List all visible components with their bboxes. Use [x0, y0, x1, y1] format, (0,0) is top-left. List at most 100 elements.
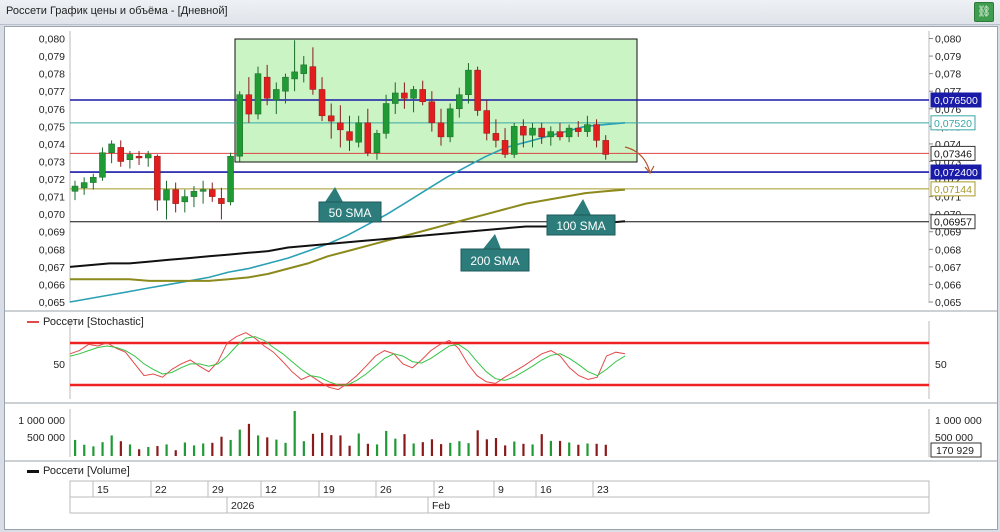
candle-body [254, 73, 262, 115]
candle-body [291, 71, 298, 80]
price-tick-right: 0,066 [935, 279, 961, 291]
candle-body [474, 69, 481, 111]
candle-body [227, 155, 234, 203]
price-tick-left: 0,070 [39, 209, 65, 221]
candle-body [446, 108, 454, 138]
day-label: 9 [498, 484, 504, 496]
price-tick-left: 0,073 [39, 156, 65, 168]
candle-body [209, 189, 216, 197]
candle-body [529, 127, 536, 136]
candle-body [556, 131, 564, 138]
volume-bar [485, 439, 488, 456]
vol-left-tick-1m: 1 000 000 [18, 415, 65, 427]
candle-body [300, 64, 307, 74]
title-bar: Россети График цены и объёма - [Дневной]… [0, 0, 1000, 25]
stochastic-k-line [69, 332, 626, 391]
candle-body [80, 182, 88, 189]
volume-bar [449, 442, 452, 456]
candle-body [355, 122, 362, 143]
volume-bar [366, 443, 369, 456]
volume-bar [522, 443, 525, 456]
price-tick-left: 0,075 [39, 121, 65, 133]
volume-bar [192, 445, 196, 456]
volume-bar [403, 434, 406, 456]
sma100-label: 100 SMA [556, 219, 605, 233]
price-tick-left: 0,068 [39, 244, 65, 256]
stochastic-legend-swatch [27, 321, 39, 323]
volume-bar [284, 442, 287, 456]
candle-body [245, 94, 253, 115]
candle-body [584, 124, 591, 132]
candle-body [465, 69, 472, 95]
candle-body [392, 92, 399, 104]
volume-bar [558, 440, 562, 456]
vol-right-tick-1m: 1 000 000 [935, 415, 982, 427]
candle-body [456, 94, 463, 110]
volume-bar [311, 433, 315, 456]
candle-body [364, 122, 372, 153]
candle-body [520, 126, 527, 136]
volume-bar [504, 445, 507, 456]
volume-bar [247, 423, 251, 456]
candle-body [236, 94, 243, 157]
price-tick-left: 0,079 [39, 51, 65, 63]
volume-bar [138, 449, 141, 456]
volume-bar [604, 444, 607, 456]
volume-bar [74, 439, 77, 456]
level-badge-label: 0,07346 [934, 148, 972, 160]
volume-bar [293, 411, 296, 456]
candle-body [71, 185, 79, 192]
day-label: 29 [212, 484, 224, 496]
price-tick-left: 0,065 [39, 297, 65, 309]
period-label: 2026 [231, 500, 255, 512]
candle-body [602, 140, 609, 155]
price-tick-left: 0,074 [39, 139, 65, 151]
candle-body [163, 189, 170, 201]
day-label: 26 [380, 484, 392, 496]
price-tick-right: 0,068 [935, 244, 961, 256]
volume-bar [211, 442, 214, 456]
candle-body [437, 122, 445, 138]
volume-bars [74, 411, 607, 456]
price-tick-left: 0,072 [39, 174, 65, 186]
day-label: 12 [265, 484, 277, 496]
chart-frame: 0,080 0,080 0,079 0,079 0,078 0,078 0,077 0,077… [4, 26, 998, 530]
stoch-right-tick: 50 [935, 359, 947, 371]
volume-bar [266, 437, 269, 456]
volume-bar [202, 443, 205, 456]
volume-bar [220, 436, 223, 456]
volume-bar [549, 440, 552, 456]
day-label: 23 [597, 484, 609, 496]
day-label: 15 [97, 484, 109, 496]
candle-body [593, 124, 600, 141]
volume-bar [165, 444, 168, 456]
price-tick-left: 0,077 [39, 86, 65, 98]
candle-body [538, 127, 545, 138]
day-label: 22 [155, 484, 167, 496]
volume-bar [128, 444, 132, 456]
stoch-left-tick: 50 [53, 359, 65, 371]
level-badge-label: 0,07144 [934, 184, 972, 196]
candle-body [428, 101, 436, 124]
candle-body [108, 143, 115, 153]
candle-body [346, 131, 353, 141]
candle-body [126, 154, 134, 160]
volume-legend-swatch [27, 469, 39, 473]
volume-bar [238, 429, 241, 456]
volume-bar [513, 441, 516, 456]
volume-bar [586, 443, 589, 456]
chart-canvas[interactable]: 0,080 0,0800,079 0,0790,078 0,0780,077 0,077… [5, 27, 997, 529]
price-tick-left: 0,069 [39, 227, 65, 239]
volume-bar [494, 438, 498, 456]
price-tick-right: 0,079 [935, 51, 961, 63]
candle-body [181, 196, 189, 203]
candle-body [190, 191, 198, 197]
period-label: Feb [432, 500, 450, 512]
candle-body [99, 152, 106, 178]
link-icon[interactable]: ⛓ [974, 2, 994, 22]
volume-bar [119, 441, 122, 456]
candle-body [501, 140, 509, 155]
volume-bar [476, 430, 479, 456]
volume-bar [101, 442, 104, 456]
candle-body [117, 147, 124, 162]
